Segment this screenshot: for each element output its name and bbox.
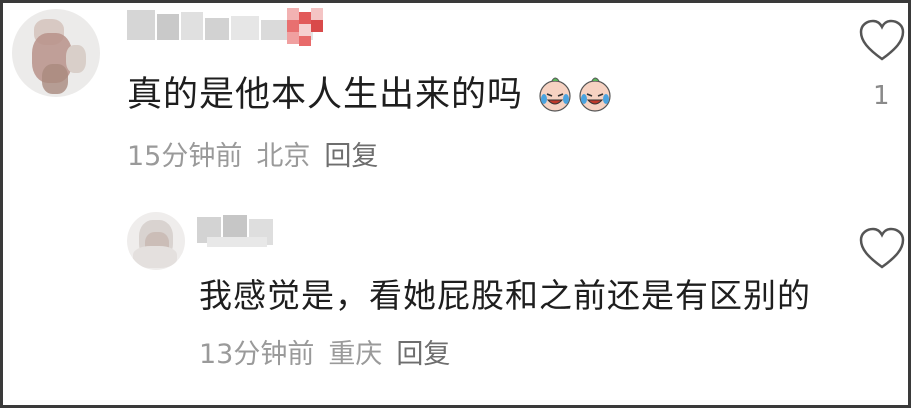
like-count: 1 bbox=[873, 81, 890, 111]
avatar[interactable] bbox=[12, 9, 100, 97]
comment-location: 北京 bbox=[256, 141, 311, 172]
crying-laughing-sticker-icon bbox=[575, 72, 615, 124]
reply-avatar[interactable] bbox=[127, 212, 185, 270]
comment-meta: 15分钟前 北京 回复 bbox=[127, 134, 378, 173]
like-button[interactable] bbox=[858, 19, 906, 67]
reply-button[interactable]: 回复 bbox=[324, 141, 378, 172]
reply-meta: 13分钟前 重庆 回复 bbox=[199, 339, 450, 370]
reply-like-button[interactable] bbox=[858, 227, 906, 275]
reply-location: 重庆 bbox=[328, 339, 383, 370]
reply-body: 我感觉是，看她屁股和之前还是有区别的 bbox=[199, 276, 811, 315]
heart-icon bbox=[859, 19, 905, 61]
username-pixelated[interactable] bbox=[127, 8, 337, 48]
heart-icon bbox=[859, 227, 905, 269]
comment-text: 真的是他本人生出来的吗 bbox=[127, 72, 615, 124]
reply-time: 13分钟前 bbox=[199, 339, 315, 370]
crying-laughing-sticker-icon bbox=[535, 72, 575, 124]
reply-text: 我感觉是，看她屁股和之前还是有区别的 13分钟前 重庆 回复 bbox=[199, 268, 819, 383]
comment-thread: 真的是他本人生出来的吗 15分钟前 北京 回复 1 我感觉是，看她屁股和之前还是… bbox=[0, 0, 911, 408]
comment-body: 真的是他本人生出来的吗 bbox=[127, 75, 524, 115]
reply-reply-button[interactable]: 回复 bbox=[396, 339, 450, 370]
reply-username-pixelated[interactable] bbox=[197, 213, 277, 251]
comment-time: 15分钟前 bbox=[127, 141, 243, 172]
